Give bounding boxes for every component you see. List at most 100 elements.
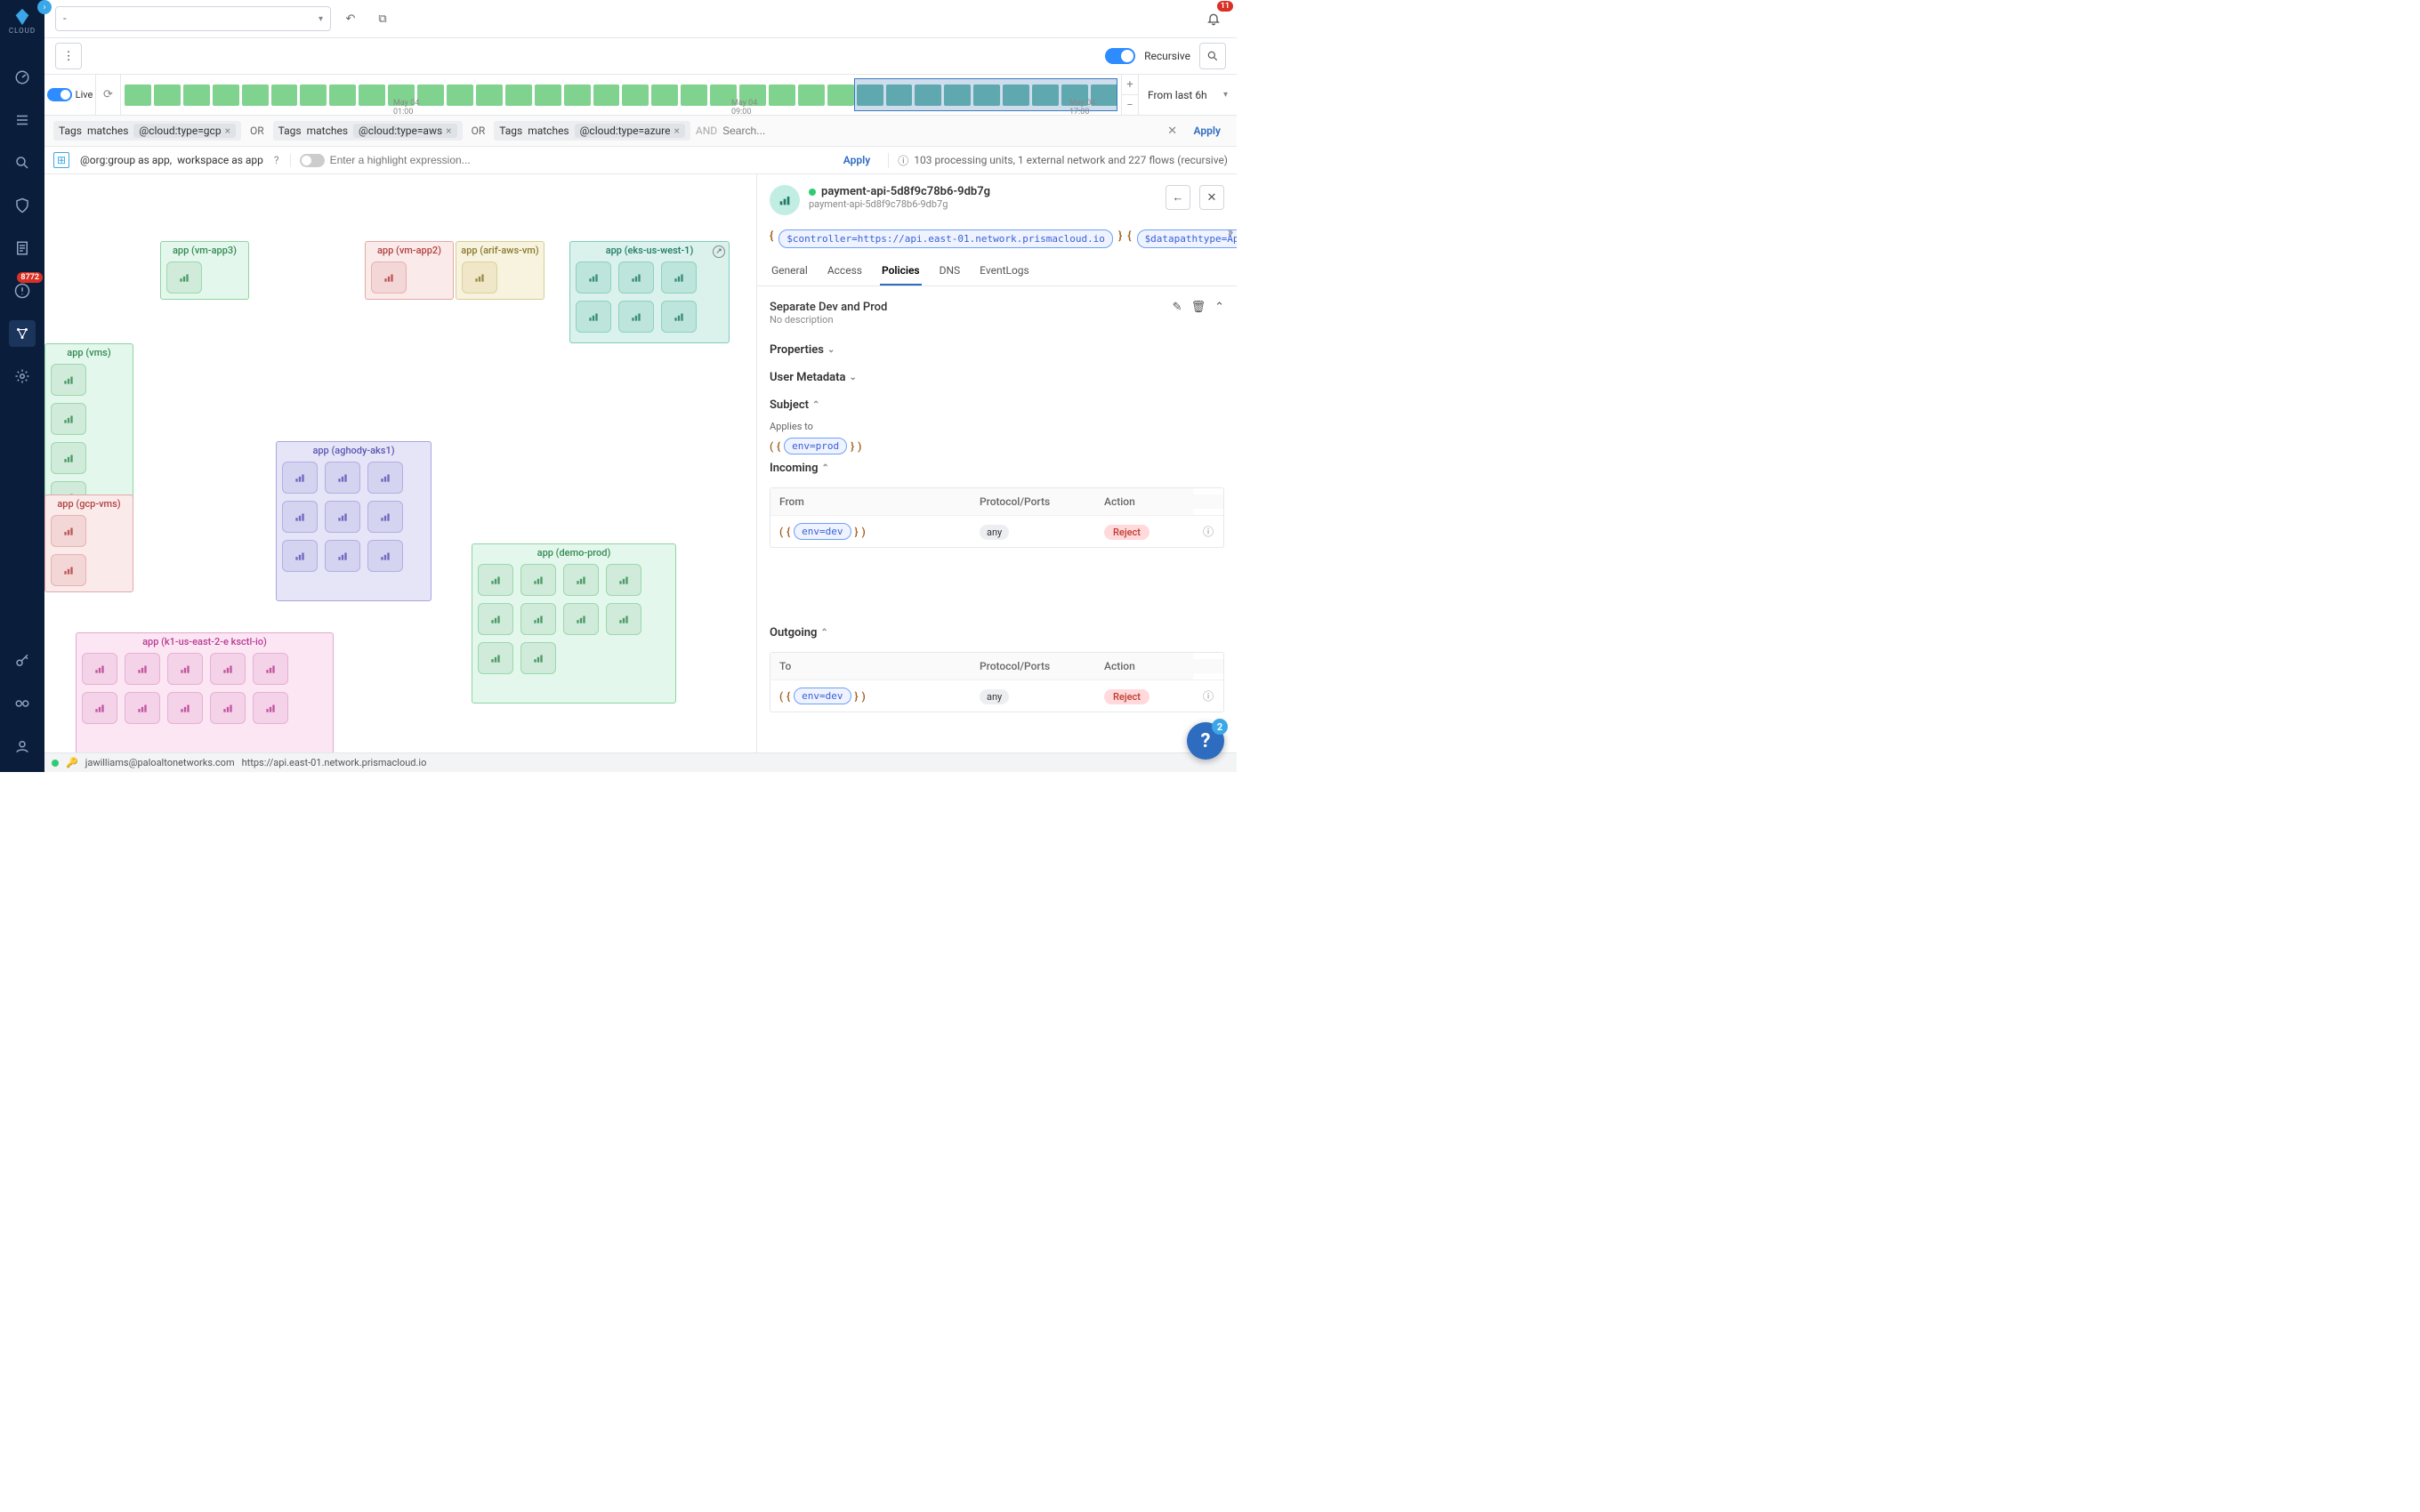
help-icon[interactable]: ? — [274, 154, 279, 166]
copy-button[interactable]: ⧉ — [370, 6, 395, 31]
zoom-in-button[interactable]: + — [1122, 75, 1138, 95]
nav-account[interactable] — [9, 733, 36, 760]
section-outgoing[interactable]: Outgoing⌃ — [770, 619, 1224, 647]
nav-network[interactable] — [9, 320, 36, 347]
processing-unit[interactable] — [51, 515, 86, 547]
delete-button[interactable]: 🗑 — [1191, 301, 1206, 314]
cluster-vms[interactable]: app (vms) — [44, 343, 133, 519]
nav-shield[interactable] — [9, 192, 36, 219]
close-button[interactable]: ✕ — [1199, 185, 1224, 210]
processing-unit[interactable] — [253, 692, 288, 724]
processing-unit[interactable] — [661, 261, 697, 294]
undo-button[interactable]: ↶ — [338, 6, 363, 31]
remove-chip-icon[interactable]: × — [225, 125, 230, 137]
processing-unit[interactable] — [282, 540, 318, 572]
processing-unit[interactable] — [563, 603, 599, 635]
processing-unit[interactable] — [367, 540, 403, 572]
processing-unit[interactable] — [661, 301, 697, 333]
processing-unit[interactable] — [367, 501, 403, 533]
processing-unit[interactable] — [367, 462, 403, 494]
nav-settings[interactable] — [9, 363, 36, 390]
remove-chip-icon[interactable]: × — [446, 125, 451, 137]
refresh-button[interactable]: ⟳ — [96, 75, 121, 115]
processing-unit[interactable] — [325, 462, 360, 494]
zoom-out-button[interactable]: − — [1122, 95, 1138, 115]
tag-controller[interactable]: $controller=https://api.east-01.network.… — [778, 229, 1113, 248]
cluster-k1-us-east-2-e[interactable]: app (k1-us-east-2-e ksctl-io) — [76, 632, 334, 757]
processing-unit[interactable] — [51, 554, 86, 586]
processing-unit[interactable] — [51, 403, 86, 435]
cluster-eks-us-west-1[interactable]: app (eks-us-west-1)↗ — [569, 241, 730, 343]
timeline-track[interactable]: last 6h May 0401:00 May 0409:00 May 0417… — [121, 75, 1121, 115]
clear-filters-button[interactable]: ✕ — [1164, 122, 1182, 140]
back-button[interactable]: ← — [1166, 185, 1190, 210]
section-properties[interactable]: Properties⌄ — [770, 336, 1224, 364]
cluster-vm-app3[interactable]: app (vm-app3) — [160, 241, 249, 300]
nav-alerts[interactable]: 8772 — [9, 277, 36, 304]
processing-unit[interactable] — [125, 692, 160, 724]
tab-access[interactable]: Access — [826, 257, 864, 286]
section-subject[interactable]: Subject⌃ — [770, 391, 1224, 419]
filter-chip-azure[interactable]: Tags matches @cloud:type=azure× — [494, 121, 690, 141]
processing-unit[interactable] — [125, 653, 160, 685]
processing-unit[interactable] — [51, 364, 86, 396]
remove-chip-icon[interactable]: × — [674, 125, 679, 137]
processing-unit[interactable] — [51, 442, 86, 474]
collapse-policy-button[interactable]: ⌃ — [1214, 301, 1224, 314]
help-fab[interactable]: ? 2 — [1187, 722, 1224, 760]
filter-search-input[interactable] — [722, 125, 1158, 137]
tab-dns[interactable]: DNS — [938, 257, 963, 286]
processing-unit[interactable] — [166, 261, 202, 294]
apply-filters-button[interactable]: Apply — [1187, 125, 1228, 137]
nav-dashboard[interactable] — [9, 64, 36, 91]
time-range-selector[interactable]: From last 6h ▾ — [1139, 75, 1237, 115]
processing-unit[interactable] — [618, 301, 654, 333]
expand-tags-button[interactable]: » — [1228, 226, 1233, 239]
section-user-metadata[interactable]: User Metadata⌄ — [770, 364, 1224, 391]
cluster-arif-aws-vm[interactable]: app (arif-aws-vm) — [456, 241, 544, 300]
processing-unit[interactable] — [478, 642, 513, 674]
processing-unit[interactable] — [210, 653, 246, 685]
cluster-gcp-vms[interactable]: app (gcp-vms) — [44, 495, 133, 592]
processing-unit[interactable] — [82, 692, 117, 724]
cluster-vm-app2[interactable]: app (vm-app2) — [365, 241, 454, 300]
processing-unit[interactable] — [253, 653, 288, 685]
row-info-button[interactable]: ⓘ — [1193, 681, 1223, 711]
expand-cluster-icon[interactable]: ↗ — [713, 245, 725, 258]
processing-unit[interactable] — [606, 564, 641, 596]
edit-button[interactable]: ✎ — [1173, 301, 1182, 314]
processing-unit[interactable] — [606, 603, 641, 635]
more-menu-button[interactable]: ⋮ — [55, 43, 82, 69]
processing-unit[interactable] — [325, 540, 360, 572]
filter-chip-gcp[interactable]: Tags matches @cloud:type=gcp× — [53, 121, 241, 141]
processing-unit[interactable] — [325, 501, 360, 533]
processing-unit[interactable] — [563, 564, 599, 596]
nav-report[interactable] — [9, 235, 36, 261]
tag-datapath[interactable]: $datapathtype=Aporeto — [1137, 229, 1237, 248]
recursive-toggle[interactable] — [1105, 48, 1135, 64]
processing-unit[interactable] — [167, 653, 203, 685]
processing-unit[interactable] — [282, 501, 318, 533]
processing-unit[interactable] — [478, 603, 513, 635]
graph-canvas[interactable]: ⌃ app (vm-app3)app (vm-app2)app (arif-aw… — [44, 174, 756, 772]
cluster-aghody-aks1[interactable]: app (aghody-aks1) — [276, 441, 432, 601]
processing-unit[interactable] — [618, 261, 654, 294]
processing-unit[interactable] — [520, 603, 556, 635]
row-info-button[interactable]: ⓘ — [1193, 517, 1223, 546]
processing-unit[interactable] — [282, 462, 318, 494]
processing-unit[interactable] — [576, 261, 611, 294]
tab-policies[interactable]: Policies — [880, 257, 922, 286]
cluster-demo-prod[interactable]: app (demo-prod) — [472, 543, 676, 704]
live-toggle[interactable] — [47, 88, 72, 101]
processing-unit[interactable] — [371, 261, 407, 294]
notifications-button[interactable]: 11 — [1201, 6, 1226, 31]
processing-unit[interactable] — [520, 564, 556, 596]
processing-unit[interactable] — [210, 692, 246, 724]
processing-unit[interactable] — [478, 564, 513, 596]
nav-key[interactable] — [9, 647, 36, 674]
processing-unit[interactable] — [167, 692, 203, 724]
search-button[interactable] — [1199, 43, 1226, 69]
processing-unit[interactable] — [576, 301, 611, 333]
nav-integrations[interactable] — [9, 690, 36, 717]
processing-unit[interactable] — [82, 653, 117, 685]
